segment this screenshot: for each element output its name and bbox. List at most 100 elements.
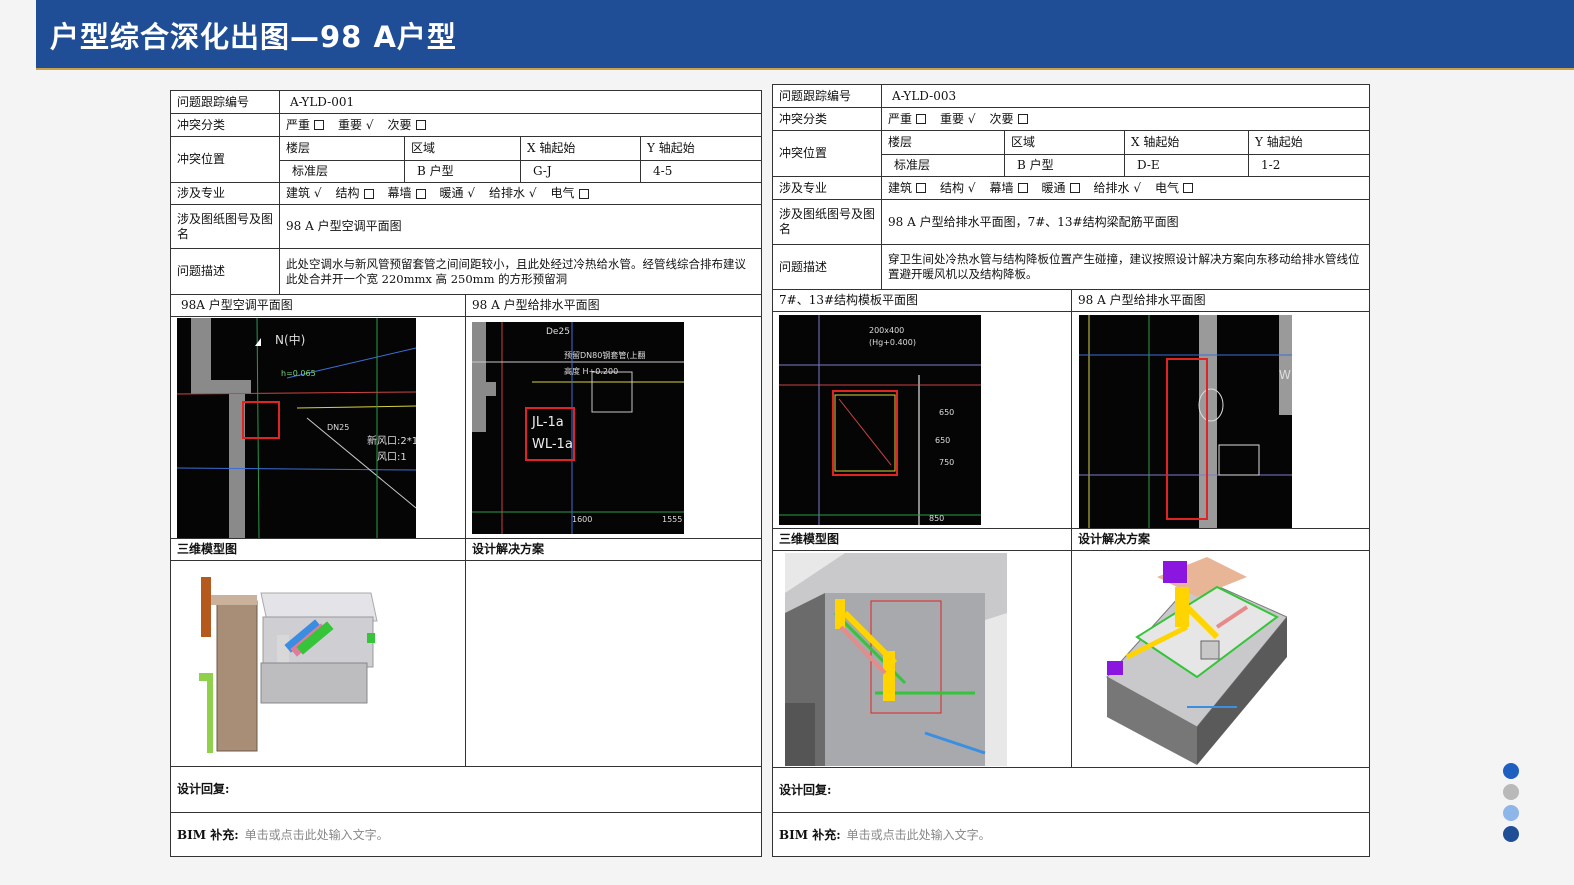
row-discipline: 涉及专业 建筑 结构 √ 幕墙 暖通 给排水 √ 电气 [773,177,1369,200]
disc-hvac[interactable]: 暖通 [1042,181,1080,196]
bim-placeholder[interactable]: 单击或点击此处输入文字。 [245,828,389,843]
cad-label: 650 [935,436,950,445]
severity-important[interactable]: 重要 √ [940,112,975,127]
label-position: 冲突位置 [177,152,226,166]
label-reply[interactable]: 设计回复: [171,767,761,812]
bim-placeholder[interactable]: 单击或点击此处输入文字。 [847,828,991,843]
issue-no-value[interactable]: A-YLD-003 [881,85,1369,107]
disc-hvac[interactable]: 暖通 √ [440,186,475,201]
page-title: 户型综合深化出图—98 A户型 [50,20,457,54]
label-discipline: 涉及专业 [177,186,226,200]
row-cad-images: 200x400 (Hg+0.400) 650 650 750 850 W [773,312,1369,529]
row-discipline: 涉及专业 建筑 √ 结构 幕墙 暖通 √ 给排水 √ 电气 [171,183,761,205]
severity-minor[interactable]: 次要 [990,112,1028,127]
caption-left: 98A 户型空调平面图 [181,298,293,312]
label-solution: 设计解决方案 [1071,529,1369,550]
disc-struct[interactable]: 结构 √ [940,181,975,196]
cad-label: 750 [939,458,954,467]
disc-arch[interactable]: 建筑 √ [286,186,321,201]
label-discipline: 涉及专业 [779,180,828,195]
model-3d-image-left [191,573,381,759]
row-issue-no: 问题跟踪编号 A-YLD-003 [773,85,1369,108]
checkbox-icon[interactable] [578,188,589,199]
cad-label: 风口:1 [377,451,407,463]
checkbox-icon[interactable] [1069,183,1080,193]
checkbox-icon[interactable] [916,183,927,193]
severity-serious[interactable]: 严重 [286,118,325,133]
row-issue-no: 问题跟踪编号 A-YLD-001 [171,91,761,114]
label-issue-no: 问题跟踪编号 [779,88,852,103]
description-value[interactable]: 穿卫生间处冷热水管与结构降板位置产生碰撞，建议按照设计解决方案向东移动给排水管线… [881,245,1369,289]
row-image-captions: 7#、13#结构模板平面图 98 A 户型给排水平面图 [773,290,1369,312]
severity-serious[interactable]: 严重 [888,112,927,127]
floor-value[interactable]: 标准层 [280,160,404,182]
cad-label: h=0.065 [281,369,316,378]
row-3d-images [773,551,1369,768]
bim-supplement[interactable]: BIM 补充: 单击或点击此处输入文字。 [171,813,761,857]
issue-sheet-left: 问题跟踪编号 A-YLD-001 冲突分类 严重 重要 √ 次要 冲突位置 楼层… [170,90,762,857]
drawing-value[interactable]: 98 A 户型给排水平面图，7#、13#结构梁配筋平面图 [881,200,1369,244]
indicator-dot[interactable] [1503,826,1519,842]
cad-label: 200x400 [869,326,904,335]
severity-minor[interactable]: 次要 [388,118,426,133]
disc-arch[interactable]: 建筑 [888,181,927,196]
disc-elec[interactable]: 电气 [1155,181,1194,196]
position-grid: 楼层 区域 X 轴起始 Y 轴起始 标准层 B 户型 D-E 1-2 [881,131,1369,176]
label-description: 问题描述 [779,259,828,274]
floor-value[interactable]: 标准层 [882,154,1004,176]
row-category: 冲突分类 严重 重要 √ 次要 [773,108,1369,131]
drawing-value[interactable]: 98 A 户型空调平面图 [279,205,761,248]
page-indicator-dots [1503,763,1521,847]
bim-label: BIM 补充: [177,827,239,842]
label-3d-model: 三维模型图 [779,532,840,546]
checkbox-icon[interactable] [1183,183,1194,193]
row-image-captions: 98A 户型空调平面图 98 A 户型给排水平面图 [171,295,761,317]
label-x-axis: X 轴起始 [520,137,640,160]
description-value[interactable]: 此处空调水与新风管预留套管之间间距较小，且此处经过冷热给水管。经管线综合排布建议… [279,249,761,294]
model-3d-image-left [785,553,1007,766]
label-x-axis: X 轴起始 [1124,131,1248,154]
label-position: 冲突位置 [779,146,828,160]
cad-label: N(中) [275,332,305,347]
y-axis-value[interactable]: 4-5 [640,160,761,182]
checkbox-icon[interactable] [1017,114,1028,124]
row-3d-images [171,561,761,767]
disc-struct[interactable]: 结构 [335,186,374,201]
checkbox-icon[interactable] [415,188,426,199]
issue-no-value[interactable]: A-YLD-001 [279,91,761,113]
bim-label: BIM 补充: [779,827,841,842]
cad-label: WL-1a [532,437,573,452]
label-y-axis: Y 轴起始 [640,137,761,160]
x-axis-value[interactable]: D-E [1124,154,1248,176]
indicator-dot[interactable] [1503,763,1519,779]
x-axis-value[interactable]: G-J [520,160,640,182]
disc-curtain[interactable]: 幕墙 [388,186,426,201]
severity-important[interactable]: 重要 √ [338,118,373,133]
cad-image-structure: 200x400 (Hg+0.400) 650 650 750 850 [779,315,981,525]
zone-value[interactable]: B 户型 [404,160,520,182]
cad-image-plumbing: De25 预留DN80钢套管(上翻 高度 H+0.200 JL-1a WL-1a… [472,322,684,534]
disc-curtain[interactable]: 幕墙 [990,181,1028,196]
row-description: 问题描述 此处空调水与新风管预留套管之间间距较小，且此处经过冷热给水管。经管线综… [171,249,761,295]
row-drawing: 涉及图纸图号及图名 98 A 户型给排水平面图，7#、13#结构梁配筋平面图 [773,200,1369,245]
zone-value[interactable]: B 户型 [1004,154,1124,176]
checkbox-icon[interactable] [916,114,927,124]
disc-elec[interactable]: 电气 [550,186,589,201]
cad-label: 650 [939,408,954,417]
cad-label: 850 [929,514,944,523]
label-issue-no: 问题跟踪编号 [177,94,250,109]
position-value-row: 标准层 B 户型 D-E 1-2 [882,154,1369,176]
disc-plumbing[interactable]: 给排水 √ [489,186,536,201]
checkbox-icon[interactable] [314,120,325,130]
row-cad-images: N(中) h=0.065 DN25 新风口:2*1 风口:1 De25 预留DN… [171,317,761,539]
label-reply[interactable]: 设计回复: [773,768,1369,812]
indicator-dot[interactable] [1503,784,1519,800]
disc-plumbing[interactable]: 给排水 √ [1094,181,1141,196]
indicator-dot[interactable] [1503,805,1519,821]
checkbox-icon[interactable] [363,188,374,199]
bim-supplement[interactable]: BIM 补充: 单击或点击此处输入文字。 [773,813,1369,857]
model-3d-image-right [1097,557,1287,765]
checkbox-icon[interactable] [415,120,426,130]
y-axis-value[interactable]: 1-2 [1248,154,1369,176]
checkbox-icon[interactable] [1017,183,1028,193]
